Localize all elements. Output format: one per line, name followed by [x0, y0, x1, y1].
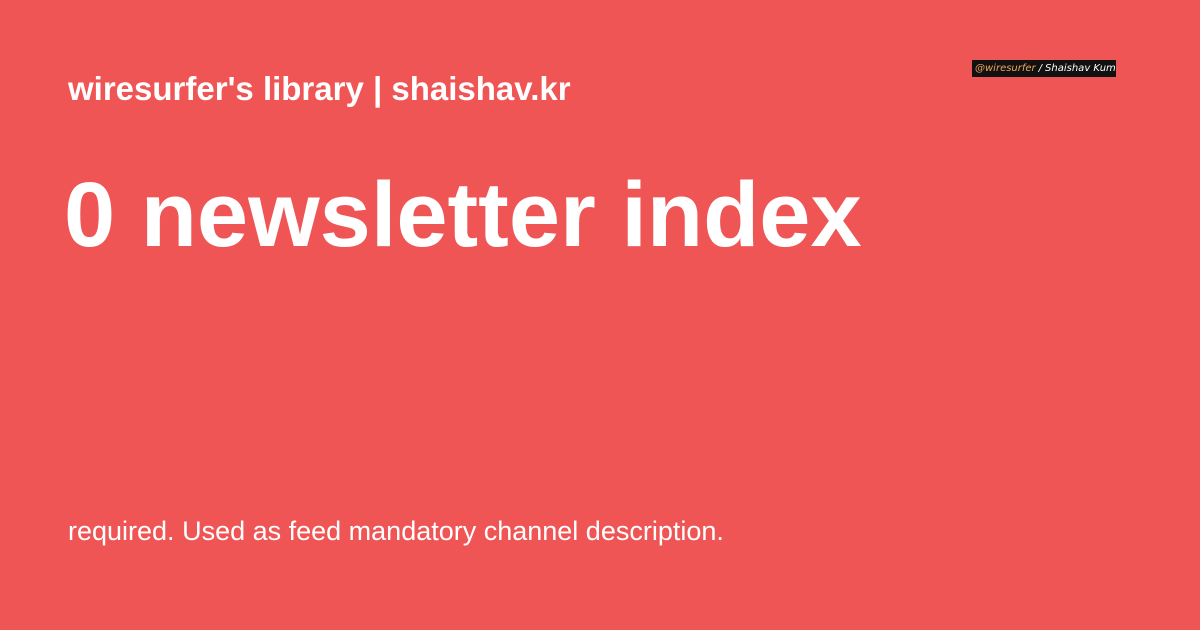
page-title: 0 newsletter index	[64, 164, 862, 266]
badge-handle: @wiresurfer	[975, 63, 1036, 74]
badge-author: Shaishav Kumar	[1045, 63, 1116, 74]
site-name: wiresurfer's library | shaishav.kr	[68, 70, 571, 107]
author-badge: @wiresurfer/Shaishav Kumar	[972, 60, 1116, 77]
badge-separator: /	[1038, 63, 1043, 74]
page-description: required. Used as feed mandatory channel…	[68, 516, 724, 546]
